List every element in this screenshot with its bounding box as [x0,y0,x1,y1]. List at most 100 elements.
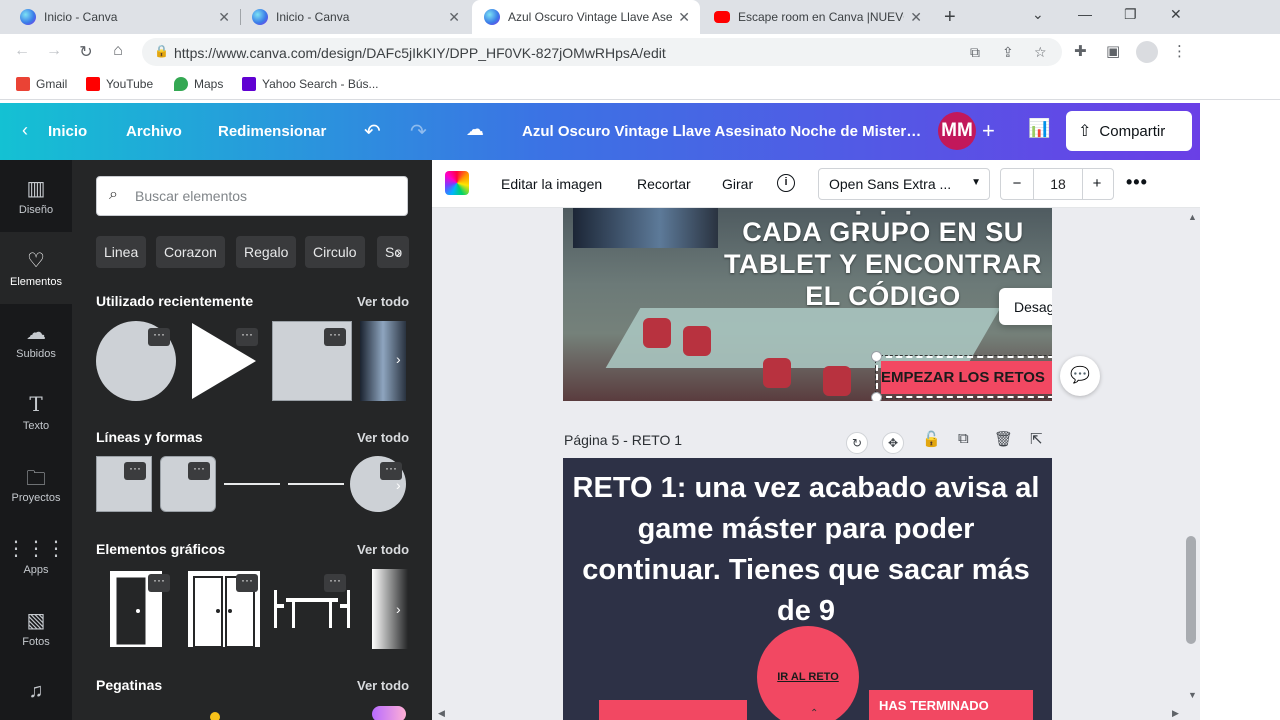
document-title[interactable]: Azul Oscuro Vintage Llave Asesinato Noch… [522,123,922,140]
home-icon[interactable]: ⌂ [108,42,128,60]
ungroup-button[interactable]: Desagrupar [1014,299,1052,315]
sticker-thumb[interactable] [372,706,406,720]
see-all-lines[interactable]: Ver todo [357,430,409,445]
chip-regalo[interactable]: Regalo [236,236,297,268]
chevron-right-icon[interactable]: › [396,477,401,493]
browser-tab-active[interactable]: Azul Oscuro Vintage Llave Asesi ✕ [472,0,700,34]
chip-corazon[interactable]: Corazon [156,236,225,268]
bookmark-youtube[interactable]: YouTube [86,77,153,91]
edit-image-button[interactable]: Editar la imagen [501,176,602,192]
font-selector[interactable]: Open Sans Extra ... ▼ [818,168,990,200]
resize-handle[interactable] [871,392,882,401]
omnibox[interactable]: 🔒 https://www.canva.com/design/DAFc5jIkK… [142,38,1062,66]
notes-toggle-icon[interactable]: ⌃ [810,708,818,719]
user-avatar[interactable]: MM [938,112,976,150]
color-picker-icon[interactable] [445,171,469,195]
more-options-icon[interactable]: ··· [188,462,210,480]
search-input[interactable] [135,186,395,206]
restore-icon[interactable]: ❐ [1124,6,1137,23]
rotate-handle-icon[interactable]: ↻ [846,432,868,454]
finished-bar-element[interactable]: HAS TERMINADO [869,690,1033,720]
window-close-icon[interactable]: ✕ [1170,6,1182,23]
lock-icon[interactable]: 🔒 [154,44,169,58]
rail-item-uploads[interactable]: ☁ Subidos [0,304,72,376]
file-menu[interactable]: Archivo [126,123,182,140]
lock-page-icon[interactable]: 🔓 [922,430,941,448]
install-icon[interactable]: ⧉ [970,44,980,61]
close-icon[interactable]: ✕ [448,9,460,26]
font-size-value[interactable]: 18 [1033,169,1083,199]
chevron-right-icon[interactable]: › [396,244,401,260]
browser-menu-icon[interactable]: ⋮ [1172,42,1187,60]
rail-item-projects[interactable]: 🗀 Proyectos [0,448,72,520]
chevron-right-icon[interactable]: › [396,351,401,367]
chevron-right-icon[interactable]: › [396,601,401,617]
more-options-icon[interactable]: ••• [1126,172,1148,193]
font-size-stepper[interactable]: − 18 + [1000,168,1114,200]
profile-avatar-icon[interactable] [1136,41,1158,63]
move-handle-icon[interactable]: ✥ [882,432,904,454]
pink-bar-element[interactable] [599,700,747,720]
info-icon[interactable]: i [777,174,795,192]
browser-tab[interactable]: Inicio - Canva ✕ [240,0,470,34]
photo-element[interactable] [573,208,718,248]
back-icon[interactable]: ← [12,42,32,60]
reload-icon[interactable]: ↻ [76,42,96,62]
add-collaborator-icon[interactable]: + [982,118,995,144]
bookmark-maps[interactable]: Maps [174,77,223,91]
more-options-icon[interactable]: ··· [324,574,346,592]
minimize-icon[interactable]: — [1078,6,1092,22]
scroll-left-icon[interactable]: ◀ [438,708,445,719]
browser-tab[interactable]: Escape room en Canva |NUEVO ✕ [702,0,932,34]
chip-more[interactable]: So [377,236,409,268]
line-shape[interactable] [224,483,280,485]
close-icon[interactable]: ✕ [910,9,922,26]
insights-chart-icon[interactable]: 📊 [1028,118,1050,139]
sticker-thumb[interactable] [210,712,220,720]
scroll-down-icon[interactable]: ▼ [1188,690,1197,700]
new-tab-icon[interactable]: + [944,6,956,29]
add-page-icon[interactable]: ⇱ [1030,430,1043,448]
resize-handle[interactable] [871,351,882,362]
go-to-challenge-button[interactable]: IR AL RETO [757,626,859,720]
side-panel-icon[interactable]: ▣ [1106,42,1120,60]
see-all-stickers[interactable]: Ver todo [357,678,409,693]
see-all-graphics[interactable]: Ver todo [357,542,409,557]
chevron-left-icon[interactable]: ‹ [22,120,28,141]
rotate-button[interactable]: Girar [722,176,753,192]
share-button[interactable]: ⇧ Compartir [1066,111,1192,151]
rail-item-design[interactable]: ▥ Diseño [0,160,72,232]
tab-search-icon[interactable]: ⌄ [1032,6,1044,23]
home-link[interactable]: Inicio [48,123,87,140]
table-chairs-graphic[interactable] [272,590,352,630]
rail-item-photos[interactable]: ▧ Fotos [0,592,72,664]
scroll-up-icon[interactable]: ▲ [1188,212,1197,222]
more-options-icon[interactable]: ··· [148,328,170,346]
page5-heading[interactable]: RETO 1: una vez acabado avisa al game má… [571,468,1041,632]
chip-circulo[interactable]: Circulo [305,236,365,268]
increase-size-icon[interactable]: + [1081,175,1113,192]
bookmark-gmail[interactable]: Gmail [16,77,67,91]
more-options-icon[interactable]: ··· [236,574,258,592]
extensions-icon[interactable]: ✚ [1074,42,1087,60]
rail-item-text[interactable]: T Texto [0,376,72,448]
more-options-icon[interactable]: ··· [124,462,146,480]
share-page-icon[interactable]: ⇪ [1002,44,1014,61]
rail-item-apps[interactable]: ⋮⋮⋮ Apps [0,520,72,592]
redo-icon[interactable]: ↷ [410,119,427,144]
add-comment-icon[interactable]: 💬 [1060,356,1100,396]
browser-tab[interactable]: Inicio - Canva ✕ [8,0,240,34]
rail-item-audio[interactable]: ♫ [0,664,72,720]
page-5-label[interactable]: Página 5 - RETO 1 [564,432,682,448]
resize-button[interactable]: Redimensionar [218,123,326,140]
duplicate-page-icon[interactable]: ⧉ [958,430,969,447]
forward-icon[interactable]: → [44,42,64,60]
scroll-right-icon[interactable]: ▶ [1172,708,1179,719]
design-page-4[interactable]: ¿ ¿ ¿ CADA GRUPO EN SU TABLET Y ENCONTRA… [563,208,1052,401]
undo-icon[interactable]: ↶ [364,119,381,144]
design-page-5[interactable]: RETO 1: una vez acabado avisa al game má… [563,458,1052,720]
bookmark-yahoo[interactable]: Yahoo Search - Bús... [242,77,379,91]
chip-linea[interactable]: Linea [96,236,147,268]
more-options-icon[interactable]: ··· [148,574,170,592]
bookmark-star-icon[interactable]: ☆ [1034,44,1047,61]
